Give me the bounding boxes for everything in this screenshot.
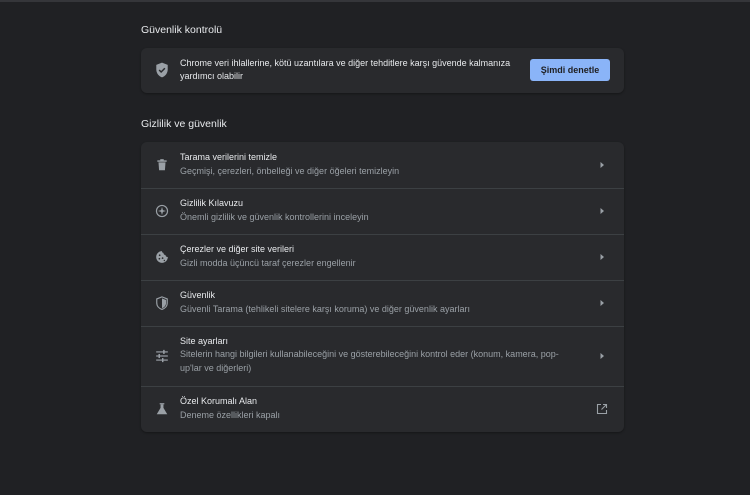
tune-icon [155, 349, 169, 363]
site-settings-title: Site ayarları [180, 336, 229, 346]
open-in-new-icon [596, 403, 608, 415]
cookies-title: Çerezler ve diğer site verileri [180, 244, 295, 254]
clear-browsing-data-row[interactable]: Tarama verilerini temizle Geçmişi, çerez… [141, 142, 624, 188]
chevron-right-icon [598, 299, 606, 307]
site-settings-subtitle: Sitelerin hangi bilgileri kullanabileceğ… [180, 349, 559, 373]
privacy-sandbox-row[interactable]: Özel Korumalı Alan Deneme özellikleri ka… [141, 387, 624, 432]
compass-icon [155, 204, 169, 218]
cookie-icon [155, 250, 169, 264]
privacy-security-card: Tarama verilerini temizle Geçmişi, çerez… [141, 142, 624, 432]
chevron-right-icon [598, 207, 606, 215]
clear-browsing-data-subtitle: Geçmişi, çerezleri, önbelleği ve diğer ö… [180, 166, 400, 176]
security-subtitle: Güvenli Tarama (tehlikeli sitelere karşı… [180, 304, 470, 314]
privacy-sandbox-title: Özel Korumalı Alan [180, 396, 258, 406]
chevron-right-icon [598, 253, 606, 261]
top-strip [0, 0, 750, 2]
safety-check-card: Chrome veri ihlallerine, kötü uzantılara… [141, 48, 624, 93]
privacy-security-heading: Gizlilik ve güvenlik [141, 118, 227, 130]
security-row[interactable]: Güvenlik Güvenli Tarama (tehlikeli sitel… [141, 281, 624, 326]
safety-check-description: Chrome veri ihlallerine, kötü uzantılara… [180, 58, 511, 81]
privacy-guide-row[interactable]: Gizlilik Kılavuzu Önemli gizlilik ve güv… [141, 189, 624, 234]
site-settings-row[interactable]: Site ayarları Sitelerin hangi bilgileri … [141, 327, 624, 386]
safety-check-heading: Güvenlik kontrolü [141, 24, 223, 36]
chevron-right-icon [598, 352, 606, 360]
shield-check-icon [155, 62, 169, 78]
privacy-sandbox-subtitle: Deneme özellikleri kapalı [180, 410, 281, 420]
check-now-button[interactable]: Şimdi denetle [530, 59, 610, 81]
privacy-guide-subtitle: Önemli gizlilik ve güvenlik kontrollerin… [180, 212, 369, 222]
shield-icon [155, 296, 169, 310]
cookies-subtitle: Gizli modda üçüncü taraf çerezler engell… [180, 258, 356, 268]
flask-icon [155, 402, 169, 416]
clear-browsing-data-title: Tarama verilerini temizle [180, 152, 278, 162]
trash-icon [155, 158, 169, 172]
chevron-right-icon [598, 161, 606, 169]
cookies-row[interactable]: Çerezler ve diğer site verileri Gizli mo… [141, 235, 624, 280]
security-title: Güvenlik [180, 290, 216, 300]
privacy-guide-title: Gizlilik Kılavuzu [180, 198, 244, 208]
